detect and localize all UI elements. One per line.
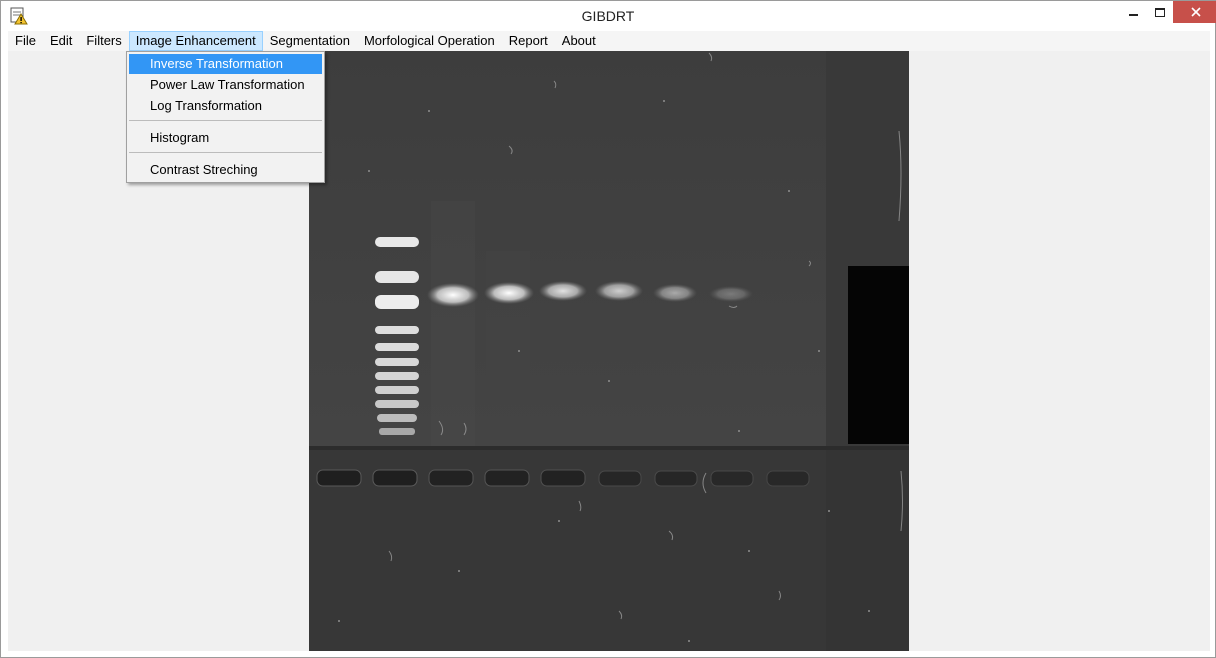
app-window: GIBDRT File Edit Filters Image Enhanceme… xyxy=(0,0,1216,658)
menu-bar: File Edit Filters Image Enhancement Segm… xyxy=(8,31,1210,51)
menu-segmentation[interactable]: Segmentation xyxy=(263,31,357,51)
title-bar[interactable]: GIBDRT xyxy=(1,1,1216,31)
gel-electrophoresis-image xyxy=(309,51,909,651)
menu-morfological-operation[interactable]: Morfological Operation xyxy=(357,31,502,51)
menu-item-contrast-streching[interactable]: Contrast Streching xyxy=(129,160,322,180)
menu-file[interactable]: File xyxy=(8,31,43,51)
minimize-button[interactable] xyxy=(1120,1,1146,23)
menu-edit[interactable]: Edit xyxy=(43,31,79,51)
menu-item-inverse-transformation[interactable]: Inverse Transformation xyxy=(129,54,322,74)
image-enhancement-dropdown: Inverse Transformation Power Law Transfo… xyxy=(126,51,325,183)
minimize-icon xyxy=(1128,14,1138,16)
menu-image-enhancement[interactable]: Image Enhancement xyxy=(128,31,263,51)
close-icon xyxy=(1190,5,1201,20)
menu-item-power-law-transformation[interactable]: Power Law Transformation xyxy=(129,75,322,95)
window-title: GIBDRT xyxy=(581,8,635,24)
maximize-icon xyxy=(1154,7,1165,17)
menu-separator xyxy=(129,152,322,153)
menu-item-histogram[interactable]: Histogram xyxy=(129,128,322,148)
close-button[interactable] xyxy=(1173,1,1216,23)
gel-image[interactable] xyxy=(309,51,909,651)
maximize-button[interactable] xyxy=(1146,1,1173,23)
menu-item-log-transformation[interactable]: Log Transformation xyxy=(129,96,322,116)
menu-about[interactable]: About xyxy=(555,31,603,51)
menu-filters[interactable]: Filters xyxy=(79,31,128,51)
menu-separator xyxy=(129,120,322,121)
menu-report[interactable]: Report xyxy=(502,31,555,51)
